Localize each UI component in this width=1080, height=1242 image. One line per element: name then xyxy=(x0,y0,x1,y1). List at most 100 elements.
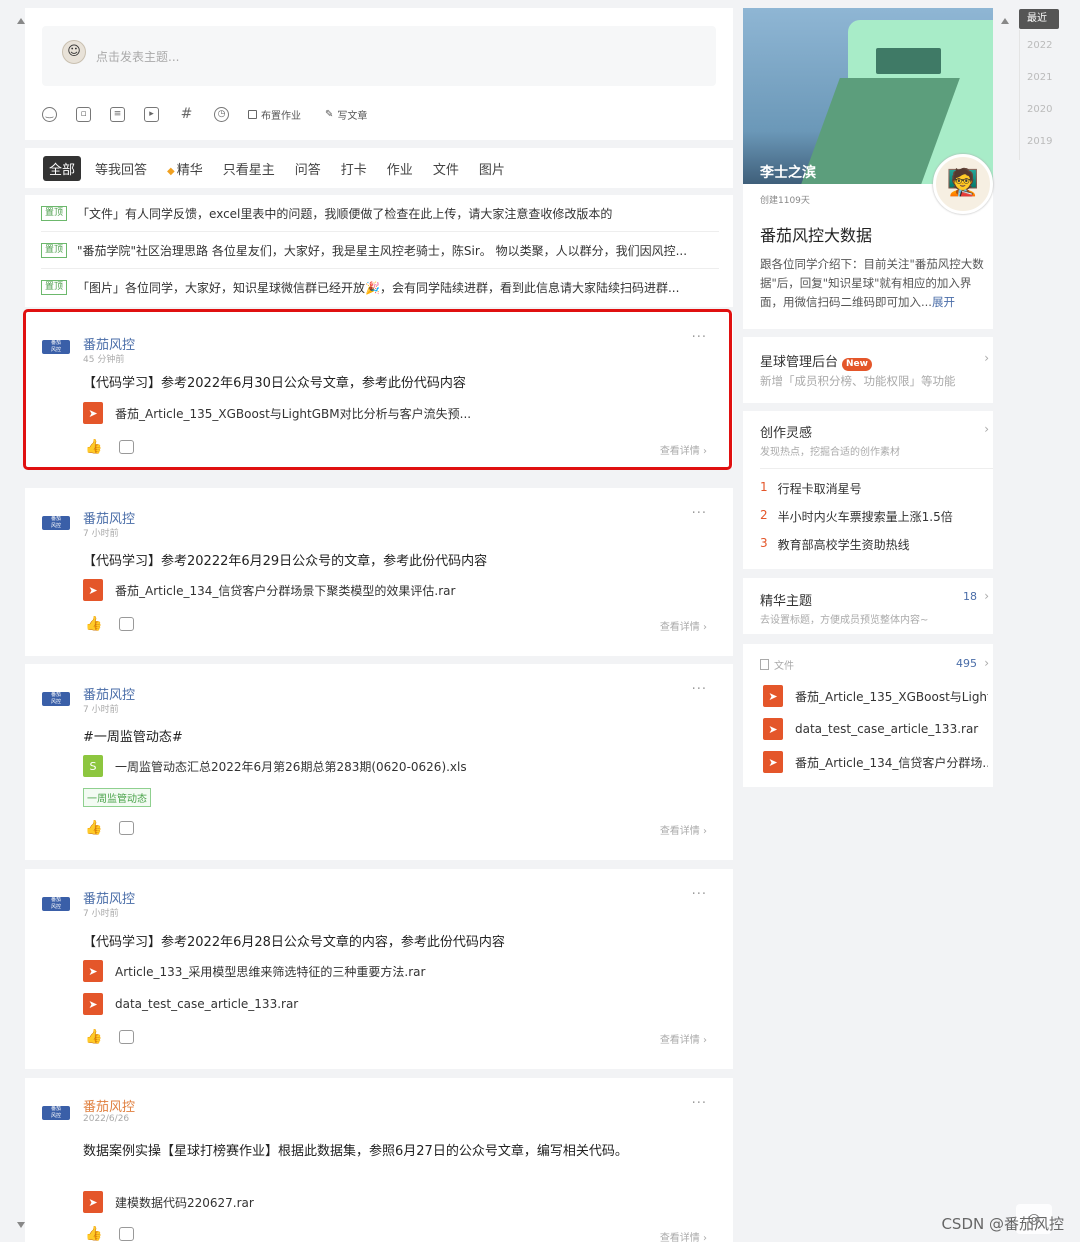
more-options-icon[interactable]: ··· xyxy=(692,682,707,697)
admin-title-label: 星球管理后台 xyxy=(760,355,839,370)
timeline-year-2021[interactable]: 2021 xyxy=(1027,72,1052,83)
pdf-file-icon: ➤ xyxy=(83,960,103,982)
highlight-box xyxy=(23,309,732,470)
emoji-icon[interactable]: ‿ xyxy=(42,106,57,122)
view-detail-link[interactable]: 查看详情 › xyxy=(660,618,707,633)
document-icon xyxy=(760,659,769,670)
view-detail-label: 查看详情 xyxy=(659,1035,700,1046)
video-icon[interactable]: ▸ xyxy=(144,106,159,122)
chevron-right-icon[interactable]: › xyxy=(984,422,989,436)
view-detail-link[interactable]: 查看详情 › xyxy=(660,822,707,837)
pdf-file-icon: ➤ xyxy=(83,993,103,1015)
files-count: 495 xyxy=(956,657,977,670)
attachment[interactable]: ➤ data_test_case_article_133.rar xyxy=(83,993,298,1015)
view-detail-link[interactable]: 查看详情 › xyxy=(660,1031,707,1046)
comment-icon[interactable] xyxy=(119,821,134,835)
tab-files[interactable]: 文件 xyxy=(427,156,465,181)
more-options-icon[interactable]: ··· xyxy=(692,506,707,521)
post-actions: 👍 xyxy=(85,820,134,836)
new-badge: New xyxy=(842,358,872,371)
pdf-file-icon: ➤ xyxy=(83,1191,103,1213)
author-avatar[interactable]: 番茄 风控 xyxy=(42,516,70,530)
attachment[interactable]: ➤ Article_133_采用模型思维来筛选特征的三种重要方法.rar xyxy=(83,960,425,982)
tab-checkin[interactable]: 打卡 xyxy=(335,156,373,181)
hashtag-icon[interactable]: # xyxy=(178,106,195,123)
author-name[interactable]: 番茄风控 xyxy=(83,1096,135,1115)
tab-all[interactable]: 全部 xyxy=(43,156,82,181)
pinned-item[interactable]: 置顶 「文件」有人同学反馈，excel里表中的问题，我顺便做了检查在此上传，请大… xyxy=(41,195,719,232)
write-article-button[interactable]: ✎ 写文章 xyxy=(325,107,367,122)
trend-item[interactable]: 3 教育部高校学生资助热线 xyxy=(760,536,910,553)
pinned-item[interactable]: 置顶 "番茄学院"社区治理思路 各位星友们，大家好，我是星主风控老骑士，陈Sir… xyxy=(41,232,719,269)
inspiration-subtitle: 发现热点，挖掘合适的创作素材 xyxy=(760,447,900,458)
admin-console-card[interactable]: 星球管理后台 New 新增「成员积分榜、功能权限」等功能 › xyxy=(743,337,993,403)
group-description: 跟各位同学介绍下：目前关注"番茄风控大数据"后，回复"知识星球"就有相应的加入界… xyxy=(760,255,992,312)
tab-images[interactable]: 图片 xyxy=(473,156,511,181)
file-item[interactable]: ➤ data_test_case_article_133.rar xyxy=(763,718,988,740)
author-name[interactable]: 番茄风控 xyxy=(83,684,135,703)
trend-item[interactable]: 2 半小时内火车票搜索量上涨1.5倍 xyxy=(760,508,953,525)
comment-icon[interactable] xyxy=(119,1030,134,1044)
assign-homework-button[interactable]: 布置作业 xyxy=(248,107,301,122)
view-detail-link[interactable]: 查看详情 › xyxy=(660,1229,707,1242)
more-options-icon[interactable]: ··· xyxy=(692,1096,707,1111)
assign-homework-label: 布置作业 xyxy=(261,110,301,122)
timeline-recent[interactable]: 最近 xyxy=(1019,9,1059,29)
clock-icon[interactable]: ◷ xyxy=(214,106,229,122)
tab-featured-label: 精华 xyxy=(176,163,203,178)
group-name: 番茄风控大数据 xyxy=(760,226,873,245)
right-scroll-up-arrow[interactable] xyxy=(1001,18,1009,24)
pdf-file-icon: ➤ xyxy=(763,718,783,740)
gem-icon: ◆ xyxy=(167,166,175,177)
expand-link[interactable]: 展开 xyxy=(932,295,955,309)
timeline-year-2020[interactable]: 2020 xyxy=(1027,104,1052,115)
topic-tag[interactable]: 一周监管动态 xyxy=(83,788,151,807)
compose-toolbar: ‿ ▫ ≡ ▸ # ◷ 布置作业 ✎ 写文章 xyxy=(42,104,391,124)
timeline-year-2019[interactable]: 2019 xyxy=(1027,136,1052,147)
files-header[interactable]: 文件 xyxy=(760,657,794,672)
file-item[interactable]: ➤ 番茄_Article_134_信贷客户分群场... xyxy=(763,751,988,773)
chevron-right-icon[interactable]: › xyxy=(984,656,989,670)
like-icon[interactable]: 👍 xyxy=(85,820,102,836)
compose-input[interactable]: ☺ 点击发表主题... xyxy=(42,26,716,86)
trend-item[interactable]: 1 行程卡取消星号 xyxy=(760,480,862,497)
author-name[interactable]: 番茄风控 xyxy=(83,888,135,907)
comment-icon[interactable] xyxy=(119,1227,134,1241)
trend-rank: 1 xyxy=(760,480,768,494)
author-avatar[interactable]: 番茄 风控 xyxy=(42,1106,70,1120)
owner-avatar[interactable]: 🧑‍🏫 xyxy=(933,154,993,214)
post-time: 2022/6/26 xyxy=(83,1114,130,1124)
author-avatar[interactable]: 番茄 风控 xyxy=(42,897,70,911)
pinned-item[interactable]: 置顶 「图片」各位同学，大家好，知识星球微信群已经开放🎉，会有同学陆续进群，看到… xyxy=(41,269,719,306)
chevron-right-icon: › xyxy=(984,351,989,365)
tab-awaiting-answer[interactable]: 等我回答 xyxy=(89,156,153,181)
attachment[interactable]: S 一周监管动态汇总2022年6月第26期总第283期(0620-0626).x… xyxy=(83,755,467,777)
file-icon[interactable]: ≡ xyxy=(110,106,125,122)
tab-homework[interactable]: 作业 xyxy=(381,156,419,181)
scroll-up-arrow[interactable] xyxy=(17,18,25,24)
inspiration-title[interactable]: 创作灵感 xyxy=(760,422,812,441)
timeline-year-2022[interactable]: 2022 xyxy=(1027,40,1052,51)
like-icon[interactable]: 👍 xyxy=(85,616,102,632)
pdf-file-icon: ➤ xyxy=(763,685,783,707)
image-icon[interactable]: ▫ xyxy=(76,106,91,122)
tab-featured[interactable]: ◆ 精华 xyxy=(161,156,209,181)
featured-topics-card[interactable]: 精华主题 18 › 去设置标题，方便成员预览整体内容~ xyxy=(743,578,993,634)
post-card: 番茄 风控 番茄风控 7 小时前 ··· 【代码学习】参考2022年6月28日公众… xyxy=(25,869,733,1069)
scroll-down-arrow[interactable] xyxy=(17,1222,25,1228)
file-name: data_test_case_article_133.rar xyxy=(795,722,979,736)
like-icon[interactable]: 👍 xyxy=(85,1029,102,1045)
comment-icon[interactable] xyxy=(119,617,134,631)
attachment[interactable]: ➤ 建模数据代码220627.rar xyxy=(83,1191,254,1213)
file-item[interactable]: ➤ 番茄_Article_135_XGBoost与Light... xyxy=(763,685,988,707)
attachment[interactable]: ➤ 番茄_Article_134_信贷客户分群场景下聚类模型的效果评估.rar xyxy=(83,579,455,601)
author-name[interactable]: 番茄风控 xyxy=(83,508,135,527)
more-options-icon[interactable]: ··· xyxy=(692,887,707,902)
tab-owner-only[interactable]: 只看星主 xyxy=(217,156,281,181)
post-content: #一周监管动态# xyxy=(83,730,183,745)
attachment-name: 番茄_Article_134_信贷客户分群场景下聚类模型的效果评估.rar xyxy=(115,583,456,598)
tab-qa[interactable]: 问答 xyxy=(289,156,327,181)
author-avatar[interactable]: 番茄 风控 xyxy=(42,692,70,706)
file-name: 番茄_Article_135_XGBoost与Light... xyxy=(795,689,988,704)
like-icon[interactable]: 👍 xyxy=(85,1226,102,1242)
